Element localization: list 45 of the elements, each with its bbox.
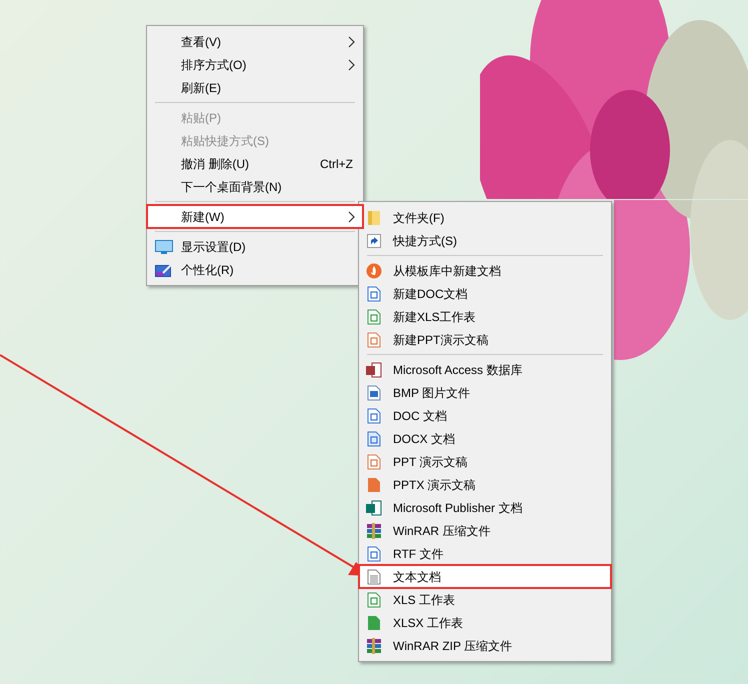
image-file-icon xyxy=(367,384,381,400)
presentation-icon xyxy=(367,476,381,492)
menu-item[interactable]: 新建XLS工作表 xyxy=(359,305,611,328)
menu-item[interactable]: 新建(W) xyxy=(147,205,363,228)
menu-item[interactable]: WinRAR 压缩文件 xyxy=(359,519,611,542)
text-file-icon xyxy=(367,568,381,584)
menu-item[interactable]: 刷新(E) xyxy=(147,76,363,99)
document-icon xyxy=(367,546,381,562)
menu-item[interactable]: 撤消 删除(U) Ctrl+Z xyxy=(147,152,363,175)
publisher-file-icon xyxy=(366,500,382,516)
document-icon xyxy=(367,408,381,424)
menu-item[interactable]: 文本文档 xyxy=(359,565,611,588)
menu-item[interactable]: WinRAR ZIP 压缩文件 xyxy=(359,634,611,657)
flame-icon xyxy=(366,262,382,278)
monitor-icon xyxy=(155,240,173,254)
stacked-books-icon xyxy=(366,638,382,654)
document-icon xyxy=(367,286,381,302)
menu-item[interactable]: XLSX 工作表 xyxy=(359,611,611,634)
chevron-right-icon xyxy=(348,210,355,222)
spreadsheet-icon xyxy=(367,308,381,324)
menu-item[interactable]: Microsoft Publisher 文档 xyxy=(359,496,611,519)
presentation-icon xyxy=(367,332,381,348)
menu-item[interactable]: 新建DOC文档 xyxy=(359,282,611,305)
menu-item[interactable]: Microsoft Access 数据库 xyxy=(359,358,611,381)
menu-item[interactable]: XLS 工作表 xyxy=(359,588,611,611)
document-icon xyxy=(367,430,381,446)
menu-item[interactable]: 排序方式(O) xyxy=(147,53,363,76)
stacked-books-icon xyxy=(366,522,382,538)
presentation-icon xyxy=(367,454,381,470)
menu-item[interactable]: 查看(V) xyxy=(147,30,363,53)
menu-item[interactable]: 新建PPT演示文稿 xyxy=(359,328,611,351)
menu-item[interactable]: PPTX 演示文稿 xyxy=(359,473,611,496)
chevron-right-icon xyxy=(348,36,355,48)
menu-item[interactable]: DOCX 文档 xyxy=(359,427,611,450)
chevron-right-icon xyxy=(348,58,355,70)
menu-item[interactable]: DOC 文档 xyxy=(359,404,611,427)
database-file-icon xyxy=(366,362,382,378)
menu-item[interactable]: PPT 演示文稿 xyxy=(359,450,611,473)
spreadsheet-icon xyxy=(367,592,381,608)
menu-item[interactable]: BMP 图片文件 xyxy=(359,381,611,404)
spreadsheet-icon xyxy=(367,614,381,630)
menu-item[interactable]: RTF 文件 xyxy=(359,542,611,565)
folder-icon xyxy=(367,210,381,226)
monitor-brush-icon xyxy=(155,262,173,276)
menu-item[interactable]: 下一个桌面背景(N) xyxy=(147,175,363,198)
